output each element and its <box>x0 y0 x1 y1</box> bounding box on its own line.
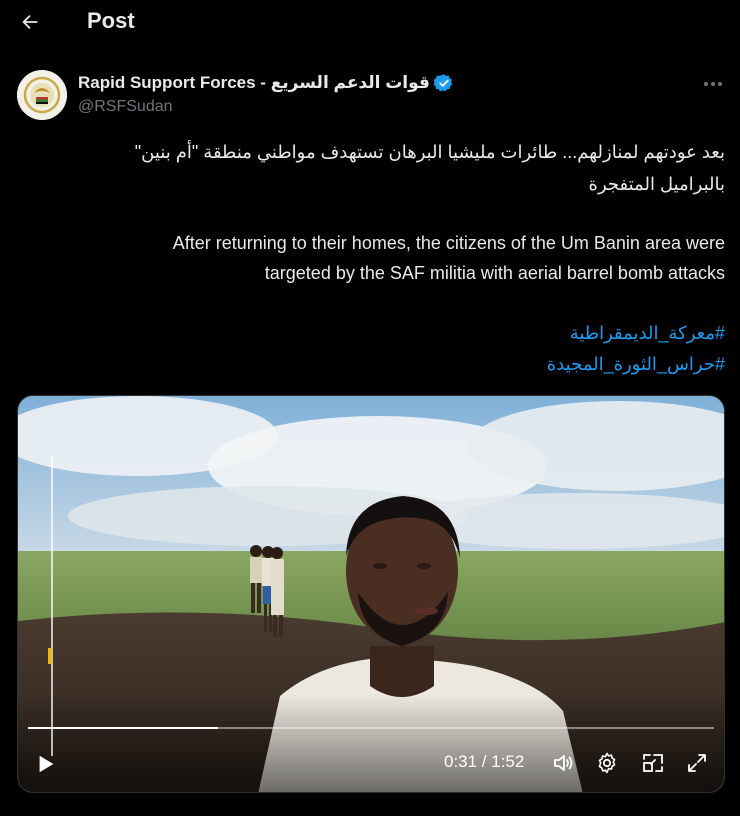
author-name[interactable]: Rapid Support Forces - قوات الدعم السريع <box>78 73 430 93</box>
post-text-arabic-line1: بعد عودتهم لمنازلهم... طائرات مليشيا الب… <box>134 142 725 162</box>
volume-button[interactable] <box>548 748 578 778</box>
author-handle[interactable]: @RSFSudan <box>78 98 173 116</box>
video-controls: 0:31 / 1:52 <box>18 736 724 792</box>
verified-badge-icon <box>433 74 453 92</box>
video-time: 0:31 / 1:52 <box>444 752 525 771</box>
post-text-english-line2: targeted by the SAF militia with aerial … <box>264 263 725 283</box>
rsf-logo-icon <box>17 70 67 120</box>
fullscreen-icon <box>688 754 706 772</box>
avatar[interactable] <box>17 70 67 120</box>
page-title: Post <box>87 8 135 33</box>
settings-icon <box>598 752 616 774</box>
play-icon <box>39 755 54 773</box>
more-icon <box>704 82 722 86</box>
picture-in-picture-icon <box>643 754 663 772</box>
author-row: Rapid Support Forces - قوات الدعم السريع <box>78 72 454 94</box>
video-progress-fill <box>28 727 219 729</box>
post-text-english-line1: After returning to their homes, the citi… <box>172 233 725 253</box>
video-player[interactable]: 0:31 / 1:52 <box>17 395 725 793</box>
video-progress-bar[interactable] <box>28 727 714 729</box>
hashtag-link[interactable]: #معركة_الديمقراطية <box>18 317 725 349</box>
post-header: Post <box>0 0 740 46</box>
fullscreen-button[interactable] <box>682 748 712 778</box>
settings-button[interactable] <box>592 748 622 778</box>
more-button[interactable] <box>698 72 728 96</box>
hashtag-link[interactable]: #حراس_الثورة_المجيدة <box>18 348 725 380</box>
picture-in-picture-button[interactable] <box>638 748 668 778</box>
post-text-arabic-line2: بالبراميل المتفجرة <box>588 174 725 194</box>
arrow-left-icon <box>22 14 38 30</box>
back-button[interactable] <box>12 4 48 40</box>
video-frame <box>18 396 724 792</box>
volume-icon <box>554 755 573 771</box>
play-button[interactable] <box>32 750 60 778</box>
